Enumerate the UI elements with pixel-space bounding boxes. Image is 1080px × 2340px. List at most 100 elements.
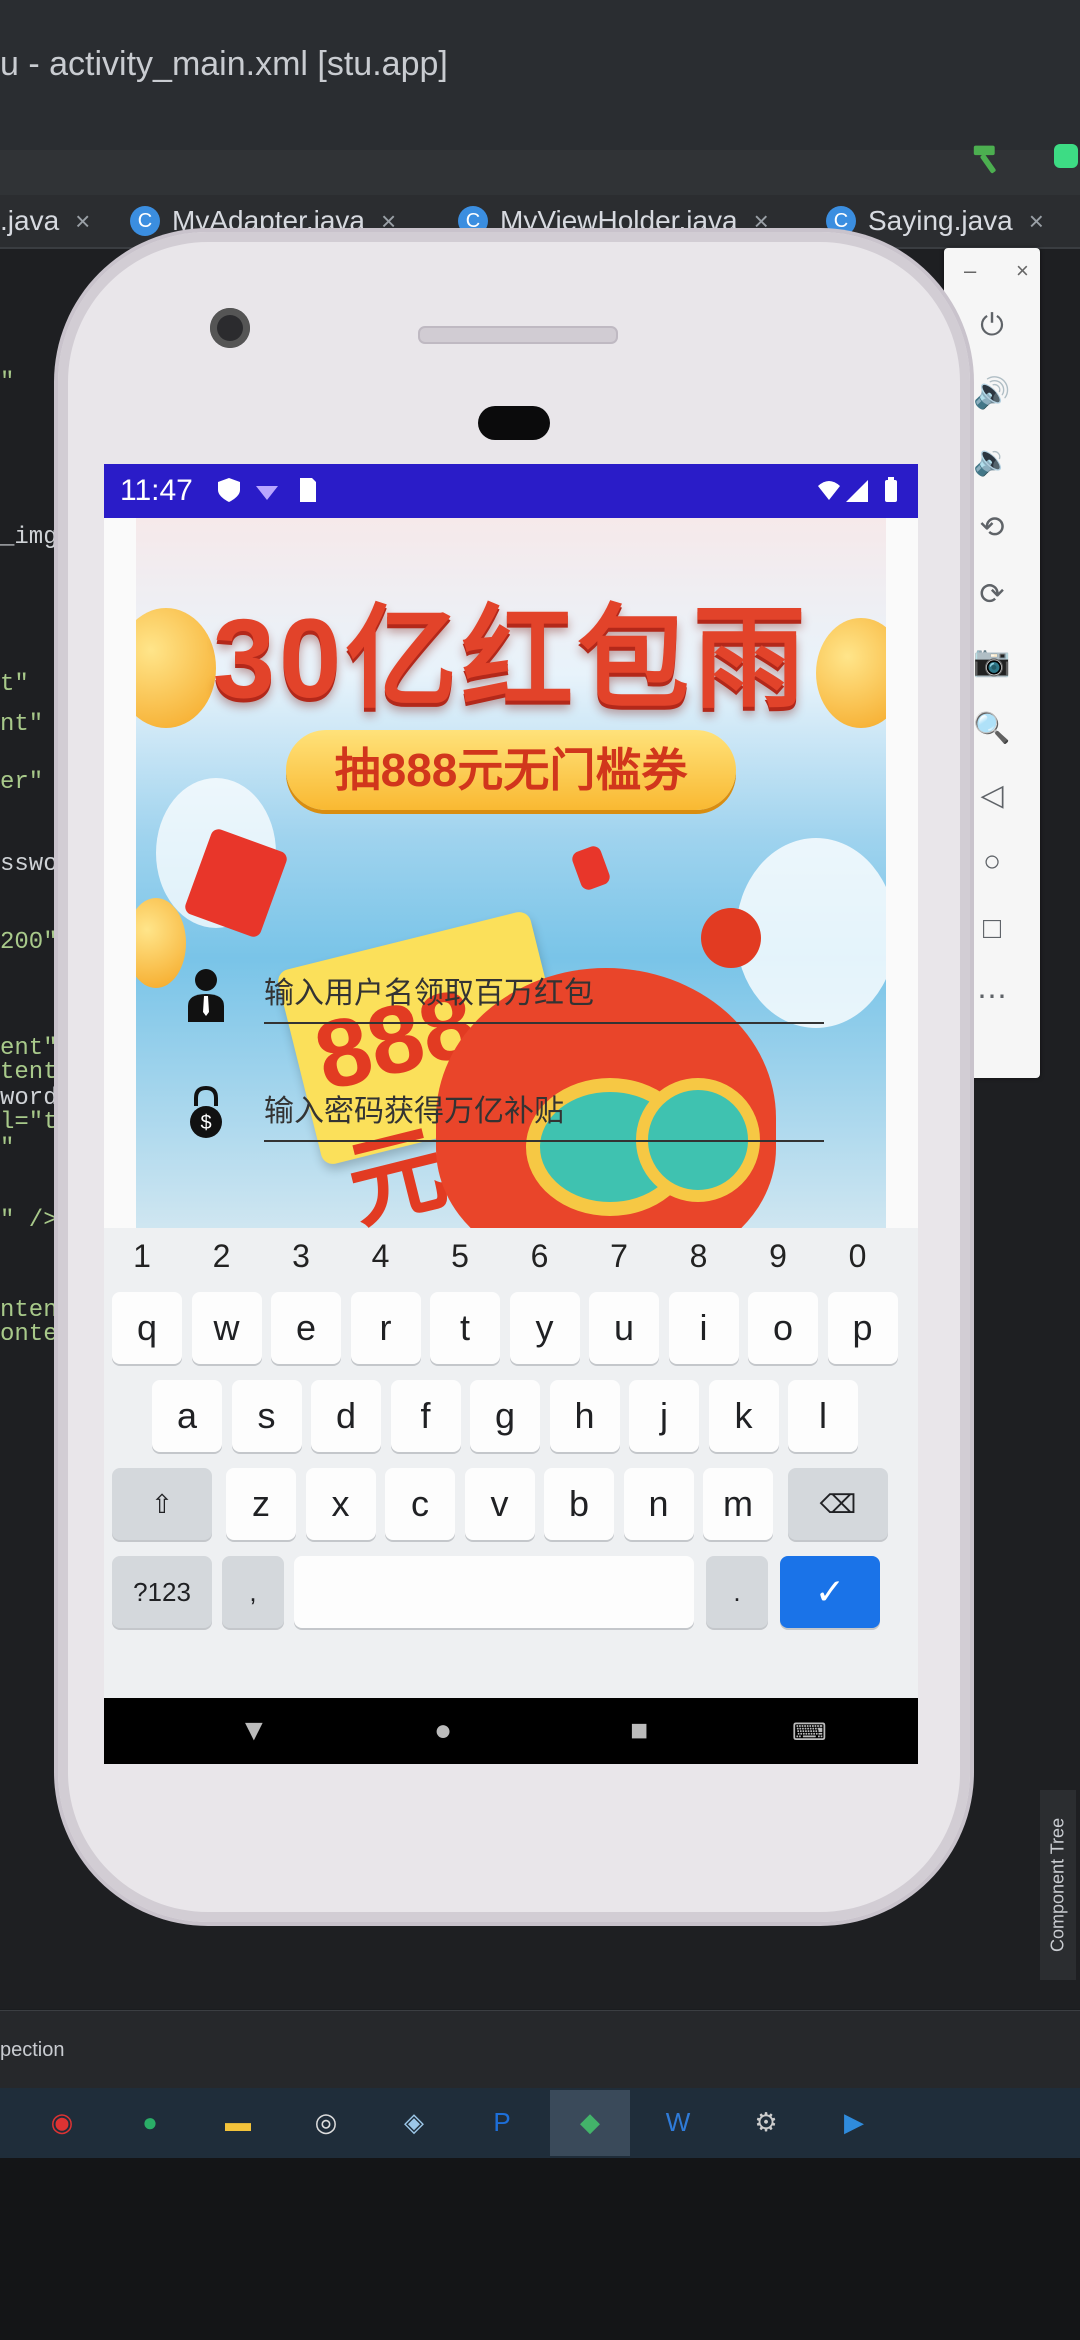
shield-icon (218, 478, 240, 502)
nav-keyboard-switch-button[interactable]: ⌨ (792, 1718, 827, 1747)
space-bar[interactable] (294, 1556, 694, 1628)
key-u[interactable]: u (589, 1292, 659, 1364)
earpiece-speaker (418, 326, 618, 344)
pycharm-icon[interactable]: P (480, 2100, 524, 2144)
android-studio-icon[interactable]: ◆ (568, 2100, 612, 2144)
word-icon[interactable]: W (656, 2100, 700, 2144)
tab-label: .java (0, 205, 60, 236)
key-i[interactable]: i (668, 1292, 739, 1364)
key-a[interactable]: a (152, 1380, 222, 1452)
number-row: 1 2 3 4 5 6 7 8 9 0 (104, 1228, 918, 1290)
key-q[interactable]: q (112, 1292, 182, 1364)
app-red-icon[interactable]: ◉ (40, 2100, 84, 2144)
key-r[interactable]: r (350, 1292, 421, 1364)
username-field (184, 960, 824, 1030)
key-o[interactable]: o (748, 1292, 818, 1364)
key-p[interactable]: p (827, 1292, 898, 1364)
mascot-hand (701, 908, 761, 968)
key-v[interactable]: v (464, 1468, 535, 1540)
username-input[interactable] (264, 968, 824, 1020)
android-nav-bar: ▼ ● ■ ⌨ (104, 1698, 918, 1764)
wifi-question-icon (256, 486, 278, 500)
key-h[interactable]: h (549, 1380, 620, 1452)
number-hint-5: 5 (451, 1238, 469, 1274)
wifi-signal-icon (818, 481, 840, 500)
key-d[interactable]: d (311, 1380, 381, 1452)
nav-back-button[interactable]: ▼ (239, 1714, 269, 1748)
steam-icon[interactable]: ◈ (392, 2100, 436, 2144)
svg-text:$: $ (200, 1112, 211, 1134)
nav-recents-button[interactable]: ■ (630, 1714, 648, 1748)
tab-label: Saying.java (868, 205, 1013, 236)
password-field: $ (184, 1078, 824, 1148)
number-hint-4: 4 (371, 1238, 390, 1274)
inspection-tab[interactable]: pection (0, 2039, 65, 2062)
proximity-sensor (478, 406, 550, 440)
number-hint-2: 2 (212, 1238, 231, 1274)
code-line: " (0, 1135, 15, 1162)
emulator-close-button[interactable]: × (1016, 258, 1029, 284)
comma-key[interactable]: , (222, 1556, 284, 1628)
cell-signal-icon (846, 480, 868, 502)
tab-close-icon[interactable]: × (1029, 206, 1044, 237)
number-hint-1: 1 (133, 1238, 151, 1274)
soft-keyboard: 1 2 3 4 5 6 7 8 9 0 q w e r t y u i o p a s d f g h j k l ⇧ z x c v b n m ⌫?… (104, 1228, 918, 1698)
ide-toolbar (0, 150, 1080, 195)
key-e[interactable]: e (271, 1292, 341, 1364)
key-b[interactable]: b (544, 1468, 614, 1540)
code-line: " /> (0, 1207, 58, 1234)
key-y[interactable]: y (509, 1292, 580, 1364)
enter-key[interactable]: ✓ (780, 1556, 880, 1628)
key-m[interactable]: m (703, 1468, 773, 1540)
file-explorer-icon[interactable]: ▬ (216, 2100, 260, 2144)
backspace-key[interactable]: ⌫ (788, 1468, 888, 1540)
ide-bottom-bar: pection (0, 2010, 1080, 2089)
number-hint-8: 8 (689, 1238, 708, 1274)
status-bar: 11:47 (104, 464, 918, 518)
password-underline (264, 1140, 824, 1142)
sim-card-icon (300, 478, 316, 502)
username-underline (264, 1022, 824, 1024)
money-lock-icon: $ (190, 1085, 222, 1138)
component-tree-tab[interactable]: Component Tree (1040, 1790, 1076, 1980)
number-hint-0: 0 (848, 1238, 867, 1274)
key-w[interactable]: w (191, 1292, 262, 1364)
code-line: ent" (0, 1035, 58, 1062)
user-icon (188, 969, 224, 1022)
monitor-bezel (0, 2158, 1080, 2340)
browser-icon[interactable]: ◎ (304, 2100, 348, 2144)
shift-key[interactable]: ⇧ (112, 1468, 212, 1540)
key-g[interactable]: g (470, 1380, 540, 1452)
front-camera (210, 308, 250, 348)
password-input[interactable] (264, 1086, 824, 1138)
key-j[interactable]: j (629, 1380, 699, 1452)
tab-java[interactable]: .java × (0, 195, 90, 247)
key-n[interactable]: n (623, 1468, 694, 1540)
key-s[interactable]: s (231, 1380, 302, 1452)
c-class-icon: C (130, 206, 160, 236)
emulator-minimize-button[interactable]: – (964, 258, 976, 284)
key-l[interactable]: l (788, 1380, 858, 1452)
key-k[interactable]: k (708, 1380, 779, 1452)
build-hammer-icon[interactable] (970, 138, 1008, 176)
settings-icon[interactable]: ⚙ (744, 2100, 788, 2144)
key-z[interactable]: z (226, 1468, 296, 1540)
number-hint-7: 7 (610, 1238, 628, 1274)
key-c[interactable]: c (385, 1468, 455, 1540)
key-t[interactable]: t (430, 1292, 500, 1364)
wechat-icon[interactable]: ● (128, 2100, 172, 2144)
key-f[interactable]: f (390, 1380, 461, 1452)
phone-screen: 11:47 30亿红包雨 抽888元无门槛券 888元 输入用户名领取百万红包 … (104, 464, 918, 1764)
code-line: er" (0, 769, 44, 796)
period-key[interactable]: . (706, 1556, 768, 1628)
run-app-icon[interactable] (1050, 140, 1080, 172)
nav-home-button[interactable]: ● (434, 1714, 452, 1748)
key-x[interactable]: x (305, 1468, 376, 1540)
tab-close-icon[interactable]: × (75, 206, 90, 237)
media-player-icon[interactable]: ▶ (832, 2100, 876, 2144)
number-hint-6: 6 (530, 1238, 549, 1274)
symbols-key[interactable]: ?123 (112, 1556, 212, 1628)
code-line: t" (0, 671, 29, 698)
battery-icon (885, 477, 897, 502)
banner-title: 30亿红包雨 (212, 596, 810, 721)
